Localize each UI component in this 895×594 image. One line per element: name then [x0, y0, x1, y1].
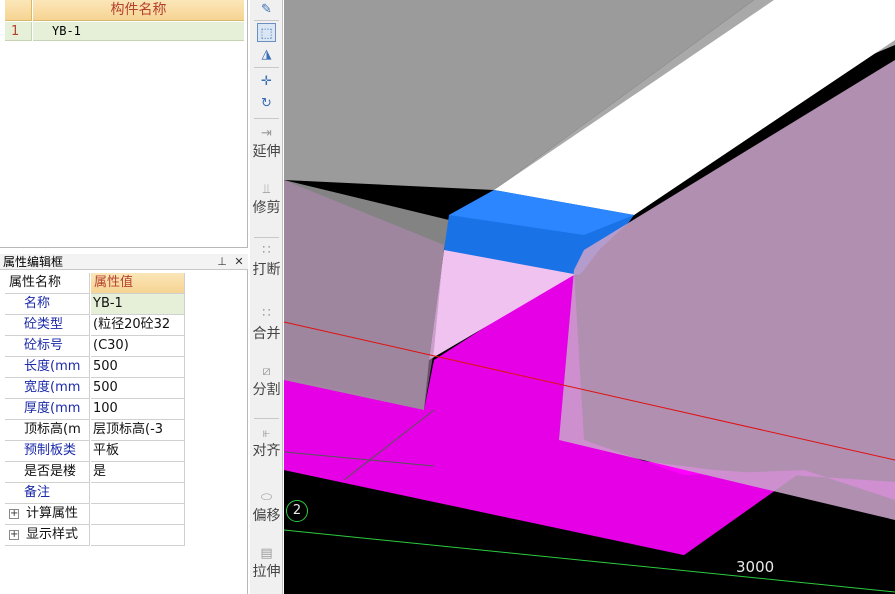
property-key: 厚度(mm [5, 399, 90, 420]
axis-label[interactable]: 2 [286, 500, 308, 522]
property-editor-title: 属性编辑框 [3, 255, 64, 269]
pick-icon[interactable]: ⬚ [257, 23, 276, 42]
property-value[interactable] [91, 483, 185, 504]
property-group-key: + 显示样式 [5, 525, 90, 546]
property-value[interactable]: (C30) [91, 336, 185, 357]
split-button[interactable]: 分割 [250, 382, 283, 398]
stretch-icon[interactable]: ▤ [257, 544, 276, 563]
property-value[interactable]: YB-1 [91, 294, 185, 315]
property-key: 备注 [5, 483, 90, 504]
property-editor-titlebar: 属性编辑框 ⊥ ✕ [0, 254, 248, 270]
property-key: 砼标号 [5, 336, 90, 357]
component-list-index-header [5, 0, 32, 21]
property-name-header: 属性名称 [5, 273, 90, 294]
trim-icon[interactable]: ⫫ [257, 180, 276, 199]
component-row-name[interactable]: YB-1 [33, 22, 244, 41]
property-value[interactable]: (粒径20砼32 [91, 315, 185, 336]
rotate-icon[interactable]: ↻ [257, 94, 276, 113]
extend-button[interactable]: 延伸 [250, 144, 283, 160]
mirror-icon[interactable]: ◮ [257, 45, 276, 64]
property-key: 砼类型 [5, 315, 90, 336]
component-row-index[interactable]: 1 [5, 22, 32, 41]
extend-icon[interactable]: ⇥ [257, 124, 276, 143]
toolbar-separator [254, 237, 279, 238]
merge-button[interactable]: 合并 [250, 326, 283, 342]
property-value[interactable]: 100 [91, 399, 185, 420]
property-group-value [91, 504, 185, 525]
component-list-name-header: 构件名称 [33, 0, 244, 21]
property-group-label: 显示样式 [26, 527, 79, 542]
property-key: 预制板类 [5, 441, 90, 462]
green-axis-line [284, 529, 895, 593]
property-editor-panel: 属性编辑框 ⊥ ✕ 属性名称 属性值 名称 YB-1 砼类型 (粒径20砼32 … [0, 254, 248, 594]
toolbar-separator [254, 418, 279, 419]
property-key: 顶标高(m [5, 420, 90, 441]
property-key: 长度(mm [5, 357, 90, 378]
align-button[interactable]: 对齐 [250, 443, 283, 459]
expand-icon[interactable]: + [9, 530, 19, 540]
close-icon[interactable]: ✕ [232, 254, 246, 269]
property-value[interactable]: 500 [91, 378, 185, 399]
property-value-header: 属性值 [91, 273, 185, 294]
3d-viewport[interactable]: 2 3000 [284, 0, 895, 594]
dimension-label: 3000 [736, 558, 775, 576]
offset-icon[interactable]: ⬭ [257, 488, 276, 507]
pin-icon[interactable]: ⊥ [215, 254, 229, 269]
property-group-key: + 计算属性 [5, 504, 90, 525]
app-root: 构件名称 1 YB-1 属性编辑框 ⊥ ✕ 属性名称 属性值 名称 YB-1 砼… [0, 0, 895, 594]
property-key: 宽度(mm [5, 378, 90, 399]
expand-icon[interactable]: + [9, 509, 19, 519]
property-value[interactable]: 平板 [91, 441, 185, 462]
property-key: 名称 [5, 294, 90, 315]
merge-icon[interactable]: ∷ [257, 304, 276, 323]
3d-model-scene [284, 0, 895, 593]
break-icon[interactable]: ∷ [257, 241, 276, 260]
property-group-label: 计算属性 [26, 506, 79, 521]
toolbar-separator [254, 67, 279, 68]
component-list-panel: 构件名称 1 YB-1 [0, 0, 248, 248]
property-value[interactable]: 层顶标高(-3 [91, 420, 185, 441]
toolbar-separator [254, 118, 279, 119]
property-key: 是否是楼 [5, 462, 90, 483]
edit-toolbar: ✎ ⬚ ◮ ✛ ↻ ⇥ 延伸 ⫫ 修剪 ∷ 打断 ∷ 合并 ⧄ 分割 ⫦ 对齐 … [250, 0, 283, 594]
pencil-icon[interactable]: ✎ [257, 0, 276, 19]
stretch-button[interactable]: 拉伸 [250, 564, 283, 580]
align-icon[interactable]: ⫦ [257, 424, 276, 443]
move-icon[interactable]: ✛ [257, 72, 276, 91]
break-button[interactable]: 打断 [250, 262, 283, 278]
property-value[interactable]: 500 [91, 357, 185, 378]
property-group-value [91, 525, 185, 546]
split-icon[interactable]: ⧄ [257, 362, 276, 381]
toolbar-separator [254, 20, 279, 21]
offset-button[interactable]: 偏移 [250, 508, 283, 524]
property-value[interactable]: 是 [91, 462, 185, 483]
trim-button[interactable]: 修剪 [250, 200, 283, 216]
